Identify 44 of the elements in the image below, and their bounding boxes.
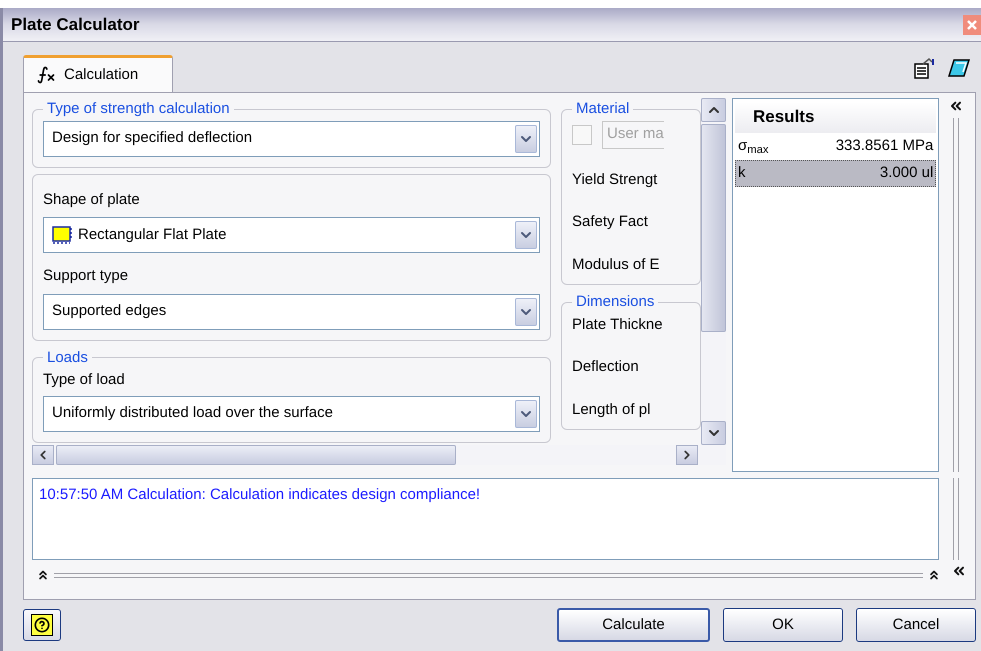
dialog-button[interactable]: Calculate — [557, 608, 710, 642]
dialog-button[interactable]: Cancel — [856, 608, 976, 642]
strength-dropdown[interactable]: Design for specified deflection — [43, 120, 540, 156]
plate-icon — [52, 225, 74, 245]
help-button[interactable] — [23, 609, 61, 641]
result-row[interactable]: k 3.000 ul — [735, 160, 936, 187]
help-icon — [31, 614, 53, 636]
result-value: 333.8561 MPa — [836, 136, 934, 156]
field-label: Deflection — [572, 357, 640, 377]
group-legend: Loads — [43, 346, 92, 369]
field-label: Length of pl — [572, 400, 652, 420]
group-legend: Dimensions — [572, 291, 658, 314]
result-name: k — [738, 163, 746, 184]
eraser-icon[interactable] — [947, 58, 971, 80]
field-label: Plate Thickne — [572, 314, 664, 334]
vertical-scrollbar[interactable] — [701, 98, 726, 445]
expand-up-icon[interactable] — [36, 568, 50, 582]
field-label: Type of load — [43, 370, 126, 390]
group-legend: Type of strength calculation — [43, 98, 234, 120]
scroll-thumb[interactable] — [701, 124, 726, 332]
load-type-dropdown[interactable]: Uniformly distributed load over the surface — [43, 396, 540, 432]
scroll-down-icon[interactable] — [701, 421, 726, 445]
expand-up-icon[interactable] — [927, 568, 941, 582]
scroll-right-icon[interactable] — [676, 445, 698, 465]
message-text: 10:57:50 AM Calculation: Calculation indicates design compliance! — [39, 486, 480, 503]
scroll-left-icon[interactable] — [32, 445, 54, 465]
support-type-dropdown[interactable]: Supported edges — [43, 294, 540, 330]
window-title: Plate Calculator — [11, 14, 140, 36]
function-icon — [36, 65, 56, 85]
dialog-button[interactable]: OK — [723, 608, 843, 642]
group-legend: Material — [572, 98, 634, 120]
field-label: Safety Fact — [572, 212, 649, 232]
field-label: Modulus of E — [572, 254, 661, 274]
result-name: σ$_{max}$ — [738, 136, 769, 158]
scroll-thumb[interactable] — [56, 445, 456, 465]
plate-shape-dropdown[interactable]: Rectangular Flat Plate — [43, 217, 540, 253]
field-label: Shape of plate — [43, 190, 141, 210]
properties-icon[interactable] — [913, 58, 935, 80]
field-label: Support type — [43, 266, 130, 286]
result-row[interactable]: σ$_{max}$ 333.8561 MPa — [735, 133, 936, 160]
tab[interactable]: Calculation — [23, 55, 173, 92]
scroll-up-icon[interactable] — [701, 98, 726, 122]
field-label: Yield Strengt — [572, 170, 658, 190]
result-value: 3.000 ul — [880, 163, 934, 184]
